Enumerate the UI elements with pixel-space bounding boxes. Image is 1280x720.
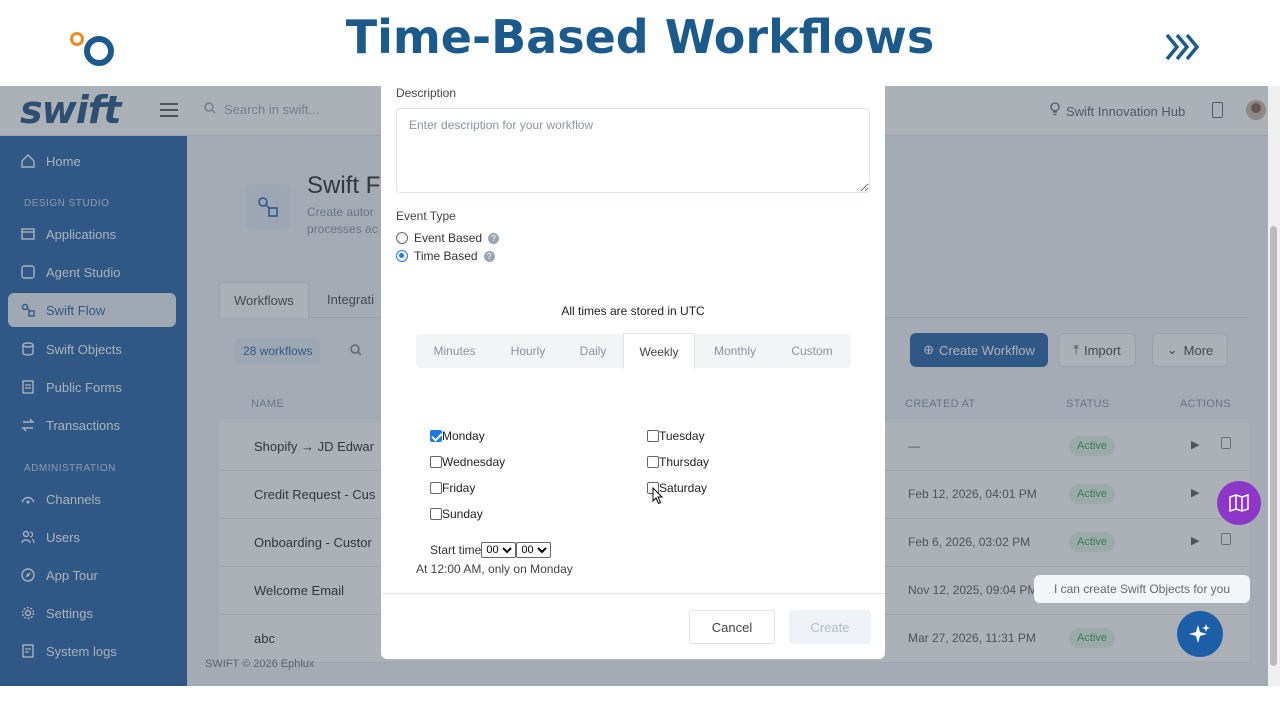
sparkle-icon: [1189, 624, 1210, 643]
tab-custom[interactable]: Custom: [775, 334, 849, 368]
event-based-radio[interactable]: Event Based?: [396, 231, 500, 245]
day-label: Saturday: [659, 481, 708, 495]
frequency-tabs: Minutes Hourly Daily Weekly Monthly Cust…: [416, 333, 851, 369]
mouse-cursor-icon: [652, 487, 664, 505]
page-scrollbar[interactable]: [1268, 86, 1280, 686]
create-button[interactable]: Create: [789, 610, 871, 644]
map-button[interactable]: [1217, 481, 1261, 525]
slide-footer: [0, 686, 1280, 720]
checkbox-icon: [430, 508, 442, 520]
tab-minutes[interactable]: Minutes: [416, 334, 493, 368]
slide-banner: Time-Based Workflows: [0, 0, 1280, 86]
tab-weekly[interactable]: Weekly: [623, 333, 695, 369]
event-based-label: Event Based: [414, 231, 483, 245]
checkbox-icon: [430, 482, 442, 494]
checkbox-icon: [647, 430, 659, 442]
start-minute-select[interactable]: 00: [516, 542, 552, 558]
time-based-radio[interactable]: Time Based?: [396, 249, 495, 263]
day-label: Monday: [442, 429, 485, 443]
description-textarea[interactable]: [396, 108, 870, 193]
help-icon[interactable]: ?: [488, 232, 500, 244]
day-checkbox-tuesday[interactable]: Tuesday: [647, 429, 705, 443]
day-checkbox-monday[interactable]: Monday: [430, 429, 485, 443]
day-label: Friday: [442, 481, 476, 495]
day-checkbox-thursday[interactable]: Thursday: [647, 455, 709, 469]
scrollbar-thumb[interactable]: [1270, 226, 1277, 666]
assistant-bubble[interactable]: I can create Swift Objects for you: [1034, 575, 1250, 603]
day-label: Tuesday: [659, 429, 705, 443]
map-icon: [1229, 494, 1249, 512]
day-checkbox-sunday[interactable]: Sunday: [430, 507, 483, 521]
chevrons-right-icon: [1165, 33, 1200, 61]
tab-daily[interactable]: Daily: [563, 334, 623, 368]
start-time-label: Start time: [430, 543, 482, 557]
banner-title: Time-Based Workflows: [345, 10, 935, 64]
day-checkbox-friday[interactable]: Friday: [430, 481, 475, 495]
start-time-row: Start time 00 00: [430, 542, 552, 558]
event-type-label: Event Type: [396, 209, 456, 223]
day-checkbox-wednesday[interactable]: Wednesday: [430, 455, 505, 469]
radio-unchecked-icon: [396, 232, 408, 244]
day-label: Wednesday: [442, 455, 506, 469]
cancel-button[interactable]: Cancel: [689, 610, 775, 644]
utc-note: All times are stored in UTC: [561, 304, 705, 318]
radio-checked-icon: [396, 250, 408, 262]
checkbox-checked-icon: [430, 430, 442, 442]
time-based-label: Time Based: [414, 249, 478, 263]
help-icon[interactable]: ?: [483, 250, 495, 262]
start-hour-select[interactable]: 00: [481, 542, 517, 558]
app-window: swift Search in swift... Swift Innovatio…: [0, 86, 1280, 686]
schedule-summary: At 12:00 AM, only on Monday: [416, 562, 573, 576]
create-workflow-modal: Description Event Type Event Based? Time…: [381, 86, 885, 659]
tab-monthly[interactable]: Monthly: [695, 334, 775, 368]
description-label: Description: [396, 86, 457, 100]
modal-divider: [381, 593, 885, 594]
checkbox-icon: [430, 456, 442, 468]
day-label: Sunday: [442, 507, 483, 521]
day-label: Thursday: [659, 455, 710, 469]
checkbox-icon: [647, 456, 659, 468]
tab-hourly[interactable]: Hourly: [493, 334, 563, 368]
ai-assistant-button[interactable]: [1177, 611, 1223, 657]
